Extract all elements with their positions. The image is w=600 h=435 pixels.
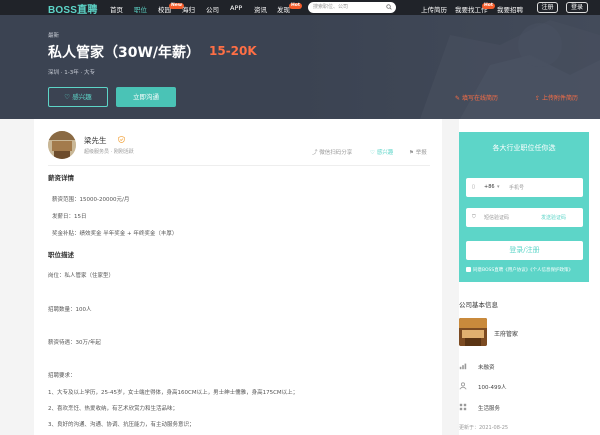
interest-link-label: 感兴趣 [376, 150, 394, 156]
phone-icon: ▯ [472, 184, 475, 190]
sms-code-placeholder: 短信验证码 [484, 215, 510, 221]
shield-icon: ⛉ [472, 214, 476, 220]
login-card: 各大行业职位任你选 ▯ +86 ▾ 手机号 ⛉ 短信验证码 发送验证码 登录/注… [459, 132, 589, 282]
desc-line: 1、大专及以上学历，25-45岁，女士端庄得体，身高160CM以上，男士绅士儒雅… [48, 390, 299, 396]
hot-badge: Hot [482, 3, 496, 9]
edit-icon: ✎ [455, 95, 462, 102]
recruiter-avatar[interactable] [48, 131, 76, 159]
register-button[interactable]: 注册 [537, 2, 558, 13]
interest-label: 感兴趣 [72, 93, 92, 101]
online-resume-link[interactable]: ✎ 填写在线简历 [455, 93, 498, 102]
agreement-text[interactable]: 同意BOSS直聘《用户协议》《个人信息保护政策》 [473, 268, 573, 273]
top-navbar: BOSS直聘 首页 职位 校园 New 海归 公司 APP 资讯 发现 Hot … [0, 0, 600, 16]
phone-prefix[interactable]: +86 [484, 184, 495, 190]
find-job-link[interactable]: 我要找工作 Hot [455, 3, 496, 14]
people-icon [459, 382, 467, 390]
interest-link[interactable]: ♡ 感兴趣 [370, 148, 393, 156]
divider [48, 165, 430, 166]
desc-line: 招聘数量：100人 [48, 307, 92, 313]
login-register-button[interactable]: 登录/注册 [466, 241, 583, 260]
login-button[interactable]: 登录 [566, 2, 588, 13]
search-placeholder: 搜索职位、公司 [313, 4, 349, 10]
new-tag: 最新 [48, 33, 60, 39]
upload-icon: ⇪ [535, 95, 542, 102]
search-input[interactable]: 搜索职位、公司 [308, 2, 396, 13]
attachment-resume-label: 上传附件简历 [541, 95, 578, 102]
industry-icon [459, 403, 467, 411]
nav-item-app[interactable]: APP [230, 4, 242, 12]
company-logo[interactable] [459, 318, 487, 346]
desc-line: 岗位：私人管家（住家型） [48, 273, 115, 279]
agreement: 同意BOSS直聘《用户协议》《个人信息保护政策》 [466, 267, 584, 274]
salary-section-title: 薪资详情 [48, 174, 74, 182]
company-size-text: 100-499人 [478, 385, 507, 391]
company-name[interactable]: 王府管家 [494, 329, 518, 338]
nav-item-news[interactable]: 资讯 [254, 4, 267, 14]
desc-line: 2、喜欢烹饪、热爱收纳，有艺术欣赏力和生活品味； [48, 406, 179, 412]
job-detail-panel: 梁先生 超级服务员 · 刚刚活跃 ⤴ 微信扫码分享 ♡ 感兴趣 ⚑ 举报 薪资详… [34, 119, 442, 435]
wechat-share-label: 微信扫码分享 [319, 150, 353, 156]
recruiter-status: 超级服务员 · 刚刚活跃 [84, 149, 134, 155]
industry-text: 生活服务 [478, 406, 501, 412]
send-code-button[interactable]: 发送验证码 [541, 214, 566, 221]
recruiter-name: 梁先生 [84, 136, 107, 145]
job-title: 私人管家（30W/年薪） [48, 45, 201, 61]
login-title: 各大行业职位任你选 [492, 144, 556, 152]
phone-field[interactable]: ▯ +86 ▾ 手机号 [466, 178, 583, 197]
company-financing: 未融资 [459, 362, 589, 372]
agree-checkbox[interactable] [466, 267, 471, 272]
nav-item-discover-label: 发现 [277, 6, 290, 14]
pay-day: 发薪日：15日 [52, 214, 87, 220]
nav-item-campus[interactable]: 校园 New [158, 3, 184, 14]
boss-logo[interactable]: BOSS直聘 [48, 1, 98, 16]
attachment-resume-link[interactable]: ⇪ 上传附件简历 [535, 93, 578, 102]
financing-text: 未融资 [478, 365, 495, 371]
chat-now-button[interactable]: 立即沟通 [116, 87, 176, 107]
salary-range: 薪资范围：15000-20000元/月 [52, 197, 130, 203]
flag-icon: ⚑ [409, 150, 416, 156]
desc-line: 3、良好的沟通、沟通、协调、抗压能力，有主动服务意识； [48, 422, 195, 428]
upload-resume-link[interactable]: 上传简历 [421, 4, 447, 14]
phone-placeholder: 手机号 [509, 185, 525, 191]
recruit-link[interactable]: 我要招聘 [497, 4, 523, 14]
sms-code-field[interactable]: ⛉ 短信验证码 发送验证码 [466, 208, 583, 227]
update-time: 更新于：2021-08-25 [459, 425, 509, 431]
nav-item-jobs[interactable]: 职位 [134, 4, 147, 14]
nav-item-discover[interactable]: 发现 Hot [277, 3, 303, 14]
desc-line: 招聘要求： [48, 373, 76, 379]
interest-button[interactable]: ♡ 感兴趣 [48, 87, 108, 107]
heart-icon: ♡ [370, 150, 377, 156]
company-info-title: 公司基本信息 [459, 301, 498, 309]
report-link[interactable]: ⚑ 举报 [409, 148, 427, 156]
nav-item-company[interactable]: 公司 [206, 4, 219, 14]
banner-decoration [300, 15, 600, 119]
online-resume-label: 填写在线简历 [461, 95, 498, 102]
verified-icon [118, 136, 125, 143]
financing-icon [459, 363, 467, 370]
search-icon[interactable] [386, 4, 392, 10]
nav-item-home[interactable]: 首页 [110, 4, 123, 14]
chevron-down-icon: ▾ [497, 184, 500, 190]
desc-section-title: 职位描述 [48, 251, 74, 259]
job-salary: 15-20K [209, 44, 257, 58]
company-industry: 生活服务 [459, 403, 589, 413]
sidebar: 各大行业职位任你选 ▯ +86 ▾ 手机号 ⛉ 短信验证码 发送验证码 登录/注… [459, 119, 600, 435]
hot-badge: Hot [289, 3, 303, 9]
nav-item-overseas[interactable]: 海归 [182, 4, 195, 14]
desc-line: 薪资待遇：30万/年起 [48, 340, 101, 346]
bonus-info: 奖金补贴：绩效奖金 半年奖金 + 年终奖金（丰厚） [52, 231, 178, 237]
job-meta: 深圳 · 1-3年 · 大专 [48, 70, 95, 76]
company-size: 100-499人 [459, 382, 589, 392]
report-label: 举报 [415, 150, 427, 156]
job-header-banner: 最新 私人管家（30W/年薪） 15-20K 深圳 · 1-3年 · 大专 ♡ … [0, 15, 600, 119]
wechat-share-link[interactable]: ⤴ 微信扫码分享 [312, 148, 352, 156]
